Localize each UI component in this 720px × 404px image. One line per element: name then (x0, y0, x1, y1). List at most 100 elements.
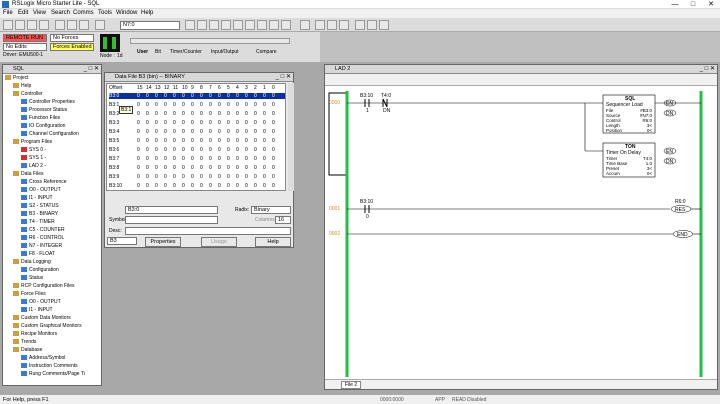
bit-cell[interactable]: 0 (236, 102, 245, 108)
bit-cell[interactable]: 0 (209, 138, 218, 144)
table-row[interactable]: B3:10 0 0 0 0 0 0 0 0 0 0 0 0 0 0 0 0 (109, 183, 281, 189)
bit-cell[interactable]: 0 (227, 102, 236, 108)
tree-item[interactable]: Function Files (21, 115, 60, 121)
bit-cell[interactable]: 0 (236, 174, 245, 180)
bit-cell[interactable]: 0 (146, 102, 155, 108)
bit-cell[interactable]: 0 (218, 138, 227, 144)
tree-item[interactable]: Cross Reference (21, 179, 67, 185)
tree-item[interactable]: Data Files (13, 171, 44, 177)
bit-cell[interactable]: 0 (227, 156, 236, 162)
cut-icon[interactable] (55, 20, 65, 30)
bit-cell[interactable]: 0 (200, 102, 209, 108)
bit-cell[interactable]: 0 (245, 156, 254, 162)
dropdown-icon[interactable] (339, 20, 349, 30)
bit-cell[interactable]: 0 (173, 183, 182, 189)
cross-ref-icon[interactable] (245, 20, 255, 30)
bit-cell[interactable]: 0 (137, 174, 146, 180)
bit-cell[interactable]: 0 (182, 111, 191, 117)
branch-icon[interactable] (367, 20, 377, 30)
bit-cell[interactable]: 0 (209, 147, 218, 153)
bit-cell[interactable]: 0 (236, 138, 245, 144)
bit-cell[interactable]: 0 (218, 111, 227, 117)
tab-input-output[interactable]: Input/Output (211, 49, 239, 55)
bit-cell[interactable]: 0 (227, 138, 236, 144)
open-icon[interactable] (15, 20, 25, 30)
bit-cell[interactable]: 0 (137, 147, 146, 153)
tree-item[interactable]: O0 - OUTPUT (21, 187, 61, 193)
help-icon[interactable] (300, 20, 310, 30)
bit-cell[interactable]: 0 (164, 147, 173, 153)
bit-cell[interactable]: 0 (155, 156, 164, 162)
minimize-icon[interactable]: — (666, 0, 684, 9)
bit-cell[interactable]: 0 (146, 93, 155, 99)
menu-search[interactable]: Search (51, 10, 70, 16)
bit-cell[interactable]: 0 (254, 129, 263, 135)
rung-number-0001[interactable]: 0001 (329, 206, 340, 212)
tree-item[interactable]: Data Logging (13, 259, 51, 265)
param-value[interactable]: 0< (647, 171, 652, 176)
bit-cell[interactable]: 0 (218, 129, 227, 135)
bit-cell[interactable]: 0 (245, 138, 254, 144)
rung-icon[interactable] (355, 20, 365, 30)
bit-cell[interactable]: 0 (209, 174, 218, 180)
tree-item[interactable]: Controller Properties (21, 99, 75, 105)
bit-cell[interactable]: 0 (182, 174, 191, 180)
tree-item[interactable]: N7 - INTEGER (21, 243, 62, 249)
tree-item[interactable]: Processor Status (21, 107, 67, 113)
forces-dropdown[interactable]: No Forces (50, 34, 94, 42)
ton-dn-output[interactable]: DN (666, 159, 673, 165)
bit-cell[interactable]: 0 (263, 147, 272, 153)
bit-cell[interactable]: 0 (137, 129, 146, 135)
bit-cell[interactable]: 0 (272, 156, 281, 162)
bit-cell[interactable]: 0 (254, 111, 263, 117)
bit-cell[interactable]: 0 (254, 93, 263, 99)
bit-cell[interactable]: 0 (191, 102, 200, 108)
bit-cell[interactable]: 0 (200, 120, 209, 126)
bit-cell[interactable]: 0 (272, 93, 281, 99)
bit-cell[interactable]: 0 (254, 165, 263, 171)
bit-cell[interactable]: 0 (218, 156, 227, 162)
bit-cell[interactable]: 0 (245, 147, 254, 153)
tree-item[interactable]: Instruction Comments (21, 363, 78, 369)
bit-cell[interactable]: 0 (155, 102, 164, 108)
bit-cell[interactable]: 0 (182, 93, 191, 99)
mode-dropdown[interactable]: REMOTE RUN (3, 34, 47, 42)
zoom-in-icon[interactable] (221, 20, 231, 30)
properties-button[interactable]: Properties (145, 237, 181, 247)
bit-cell[interactable]: 0 (191, 93, 200, 99)
table-row[interactable]: B3:1 0 0 0 0 0 0 0 0 0 0 0 0 0 0 0 0 (109, 102, 281, 108)
edits-dropdown[interactable]: No Edits (3, 43, 47, 51)
new-icon[interactable] (3, 20, 13, 30)
bit-cell[interactable]: 0 (254, 147, 263, 153)
tab-file-2[interactable]: File 2 (341, 381, 361, 389)
bit-cell[interactable]: 0 (191, 147, 200, 153)
bit-cell[interactable]: 0 (218, 102, 227, 108)
tree-item[interactable]: S2 - STATUS (21, 203, 59, 209)
tree-item[interactable]: Force Files (13, 291, 46, 297)
bit-cell[interactable]: 0 (236, 120, 245, 126)
download-icon[interactable] (281, 20, 291, 30)
bit-cell[interactable]: 0 (137, 138, 146, 144)
sql-en-output[interactable]: EN (666, 101, 673, 107)
contact-icon[interactable] (379, 20, 389, 30)
bit-cell[interactable]: 0 (191, 174, 200, 180)
bit-cell[interactable]: 0 (209, 93, 218, 99)
tab-compare[interactable]: Compare (256, 49, 277, 55)
bit-cell[interactable]: 0 (272, 102, 281, 108)
bit-cell[interactable]: 0 (182, 183, 191, 189)
bit-cell[interactable]: 0 (227, 93, 236, 99)
bit-cell[interactable]: 0 (227, 120, 236, 126)
bit-cell[interactable]: 0 (263, 174, 272, 180)
bit-cell[interactable]: 0 (173, 165, 182, 171)
table-row[interactable]: B3:8 0 0 0 0 0 0 0 0 0 0 0 0 0 0 0 0 (109, 165, 281, 171)
bit-cell[interactable]: 0 (173, 138, 182, 144)
bit-cell[interactable]: 0 (164, 129, 173, 135)
compile-icon[interactable] (269, 20, 279, 30)
bit-cell[interactable]: 0 (146, 165, 155, 171)
tree-item[interactable]: Configuration (21, 267, 59, 273)
bit-cell[interactable]: 0 (155, 165, 164, 171)
columns-select[interactable]: 16 (275, 216, 291, 224)
bit-cell[interactable]: 0 (272, 165, 281, 171)
bit-cell[interactable]: 0 (164, 156, 173, 162)
bit-cell[interactable]: 0 (263, 129, 272, 135)
